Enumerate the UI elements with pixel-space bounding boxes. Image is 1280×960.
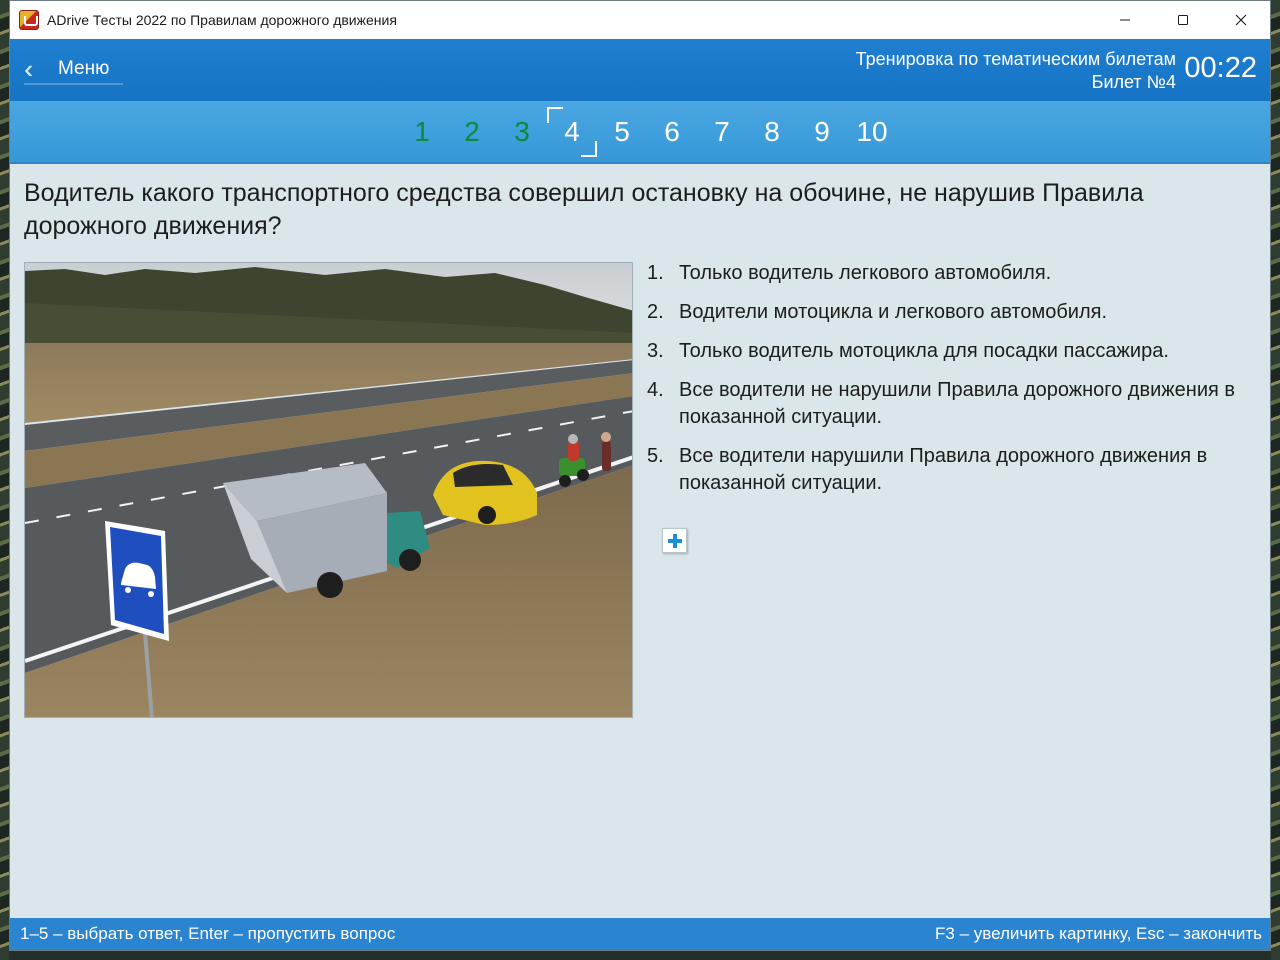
menu-label: Меню — [58, 58, 110, 79]
tab-question-9[interactable]: 9 — [797, 107, 847, 157]
app-window: ADrive Тесты 2022 по Правилам дорожного … — [9, 0, 1271, 951]
window-controls — [1096, 1, 1270, 39]
answer-number: 2. — [647, 301, 664, 323]
answer-text: Водители мотоцикла и легкового автомобил… — [679, 301, 1107, 323]
minimize-icon — [1120, 19, 1130, 21]
answer-number: 4. — [647, 379, 664, 401]
ticket-info: Тренировка по тематическим билетам Билет… — [856, 48, 1176, 94]
maximize-button[interactable] — [1154, 1, 1212, 39]
tab-question-3[interactable]: 3 — [497, 107, 547, 157]
double-chevron-left-icon: ‹‹ — [24, 54, 33, 84]
plus-icon — [667, 533, 682, 548]
hotkeys-hint-left: 1–5 – выбрать ответ, Enter – пропустить … — [20, 924, 396, 943]
tab-question-6[interactable]: 6 — [647, 107, 697, 157]
tab-question-7[interactable]: 7 — [697, 107, 747, 157]
desktop-wallpaper-right — [1271, 0, 1280, 960]
tab-question-8[interactable]: 8 — [747, 107, 797, 157]
menu-button[interactable]: ‹‹ Меню — [24, 54, 124, 85]
answer-text: Все водители не нарушили Правила дорожно… — [679, 379, 1236, 428]
answer-option-5[interactable]: 5. Все водители нарушили Правила дорожног… — [647, 443, 1267, 497]
tab-question-10[interactable]: 10 — [847, 107, 897, 157]
answer-text: Все водители нарушили Правила дорожного … — [679, 445, 1208, 494]
answer-option-1[interactable]: 1. Только водитель легкового автомобиля. — [647, 260, 1267, 287]
hotkeys-hint-right: F3 – увеличить картинку, Esc – закончить — [935, 924, 1262, 943]
minimize-button[interactable] — [1096, 1, 1154, 39]
road-scene-illustration — [25, 263, 632, 717]
question-text: Водитель какого транспортного средства с… — [24, 179, 1144, 240]
answer-list: 1. Только водитель легкового автомобиля. 2… — [647, 260, 1267, 509]
answer-number: 1. — [647, 262, 664, 284]
title-bar: ADrive Тесты 2022 по Правилам дорожного … — [10, 1, 1270, 39]
tab-question-4[interactable]: 4 — [547, 106, 597, 157]
question-tabs: 1 2 3 4 5 6 7 8 9 10 — [10, 101, 1270, 164]
tab-question-1[interactable]: 1 — [397, 107, 447, 157]
tab-question-2[interactable]: 2 — [447, 107, 497, 157]
question-image[interactable] — [24, 262, 633, 718]
answer-option-3[interactable]: 3. Только водитель мотоцикла для посадки … — [647, 338, 1267, 365]
status-bar: 1–5 – выбрать ответ, Enter – пропустить … — [10, 918, 1270, 950]
close-button[interactable] — [1212, 1, 1270, 39]
window-title: ADrive Тесты 2022 по Правилам дорожного … — [47, 12, 397, 28]
zoom-image-button[interactable] — [662, 528, 687, 553]
answer-text: Только водитель легкового автомобиля. — [679, 262, 1052, 284]
answer-text: Только водитель мотоцикла для посадки па… — [679, 340, 1169, 362]
maximize-icon — [1178, 15, 1188, 25]
timer: 00:22 — [1184, 52, 1257, 84]
adrive-app-icon — [19, 10, 39, 30]
tab-question-5[interactable]: 5 — [597, 107, 647, 157]
ticket-number: Билет №4 — [1091, 72, 1176, 92]
answer-option-2[interactable]: 2. Водители мотоцикла и легкового автомоб… — [647, 299, 1267, 326]
app-header: ‹‹ Меню Тренировка по тематическим билет… — [10, 39, 1270, 101]
answer-option-4[interactable]: 4. Все водители не нарушили Правила дорож… — [647, 377, 1267, 431]
answer-number: 5. — [647, 445, 664, 467]
close-icon — [1235, 14, 1247, 26]
desktop-wallpaper-left — [0, 0, 9, 960]
training-mode-label: Тренировка по тематическим билетам — [855, 49, 1176, 69]
answer-number: 3. — [647, 340, 664, 362]
